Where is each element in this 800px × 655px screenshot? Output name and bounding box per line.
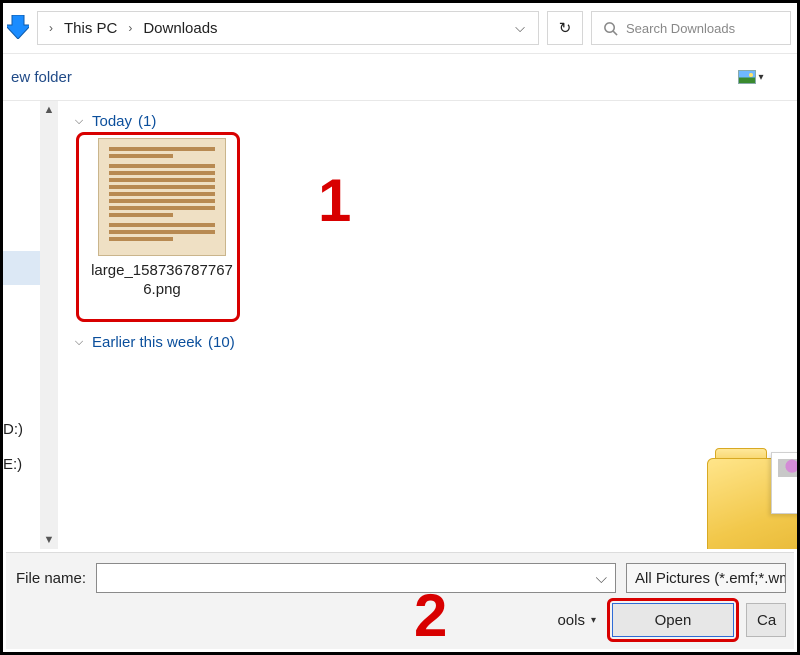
gallery-icon	[738, 70, 756, 84]
open-button-label: Open	[655, 612, 692, 629]
refresh-button[interactable]: ↻	[547, 11, 583, 45]
file-name-label: large_1587367877676.png	[82, 262, 242, 300]
group-header-earlier-week[interactable]: ⌵ Earlier this week (10)	[72, 330, 787, 359]
chevron-down-icon: ⌵	[72, 115, 86, 128]
cancel-button-label: Ca	[757, 612, 776, 629]
tools-label: ools	[557, 612, 585, 629]
group-count: (10)	[208, 334, 235, 351]
chevron-right-icon: ›	[123, 21, 137, 35]
file-item[interactable]: large_1587367877676.png	[82, 138, 242, 300]
dialog-footer: File name: ⌵ All Pictures (*.emf;*.wmf;*…	[6, 552, 794, 649]
tree-drive-d[interactable]: D:)	[3, 421, 23, 438]
search-input[interactable]: Search Downloads	[591, 11, 791, 45]
tree-drive-e[interactable]: E:)	[3, 456, 22, 473]
new-folder-button[interactable]: ew folder	[5, 65, 78, 90]
chevron-down-icon: ▾	[591, 615, 596, 626]
group-header-today[interactable]: ⌵ Today (1)	[72, 109, 787, 138]
breadcrumb-downloads[interactable]: Downloads	[137, 18, 223, 39]
chevron-down-icon[interactable]: ⌵	[596, 570, 607, 587]
open-button[interactable]: Open	[612, 603, 734, 637]
chevron-right-icon: ›	[44, 21, 58, 35]
scroll-down-icon[interactable]: ▼	[40, 531, 58, 549]
chevron-down-icon: ⌵	[72, 336, 86, 349]
filter-label: All Pictures (*.emf;*.wmf;*.	[635, 570, 786, 587]
tree-scrollbar[interactable]: ▲ ▼	[40, 101, 58, 549]
file-thumbnail	[98, 138, 226, 256]
chevron-down-icon: ▾	[758, 72, 763, 83]
tree-selected-item[interactable]	[3, 251, 40, 285]
group-name: Today	[92, 113, 132, 130]
file-list[interactable]: ⌵ Today (1) large_1587367877676.png 1 ⌵ …	[58, 101, 797, 549]
search-placeholder: Search Downloads	[626, 21, 735, 36]
file-name-label: File name:	[14, 570, 86, 587]
search-icon	[602, 20, 618, 36]
cancel-button[interactable]: Ca	[746, 603, 786, 637]
address-bar[interactable]: › This PC › Downloads ⌵	[37, 11, 539, 45]
tools-dropdown[interactable]: ools ▾	[557, 612, 600, 629]
group-count: (1)	[138, 113, 156, 130]
file-type-filter[interactable]: All Pictures (*.emf;*.wmf;*.	[626, 563, 786, 593]
breadcrumb-this-pc[interactable]: This PC	[58, 18, 123, 39]
navigation-pane[interactable]: D:) E:) ▲ ▼	[3, 101, 58, 549]
folder-icon[interactable]	[707, 458, 797, 549]
refresh-icon: ↻	[559, 19, 572, 37]
scroll-up-icon[interactable]: ▲	[40, 101, 58, 119]
group-name: Earlier this week	[92, 334, 202, 351]
down-arrow-icon	[7, 15, 29, 41]
address-history-dropdown[interactable]: ⌵	[508, 20, 532, 36]
change-view-button[interactable]: ▾	[735, 63, 767, 91]
file-name-input[interactable]: ⌵	[96, 563, 616, 593]
